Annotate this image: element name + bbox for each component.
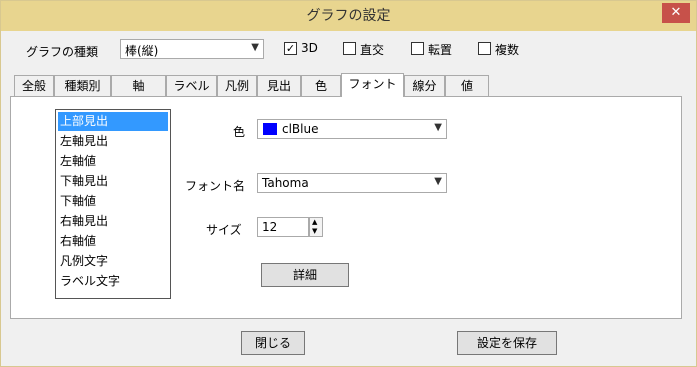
- color-swatch: [263, 123, 277, 135]
- checkbox-orthogonal-box: [343, 42, 356, 55]
- tab-font[interactable]: フォント: [341, 73, 404, 97]
- detail-button[interactable]: 詳細: [261, 263, 349, 287]
- chart-type-select[interactable]: 棒(縦) ▼: [120, 39, 264, 59]
- size-spin-buttons[interactable]: ▲ ▼: [309, 217, 323, 237]
- checkbox-transpose-label: 転置: [428, 43, 453, 57]
- list-item[interactable]: 凡例文字: [58, 252, 168, 271]
- tab-legend[interactable]: 凡例: [217, 75, 257, 96]
- list-item[interactable]: ラベル文字: [58, 272, 168, 291]
- font-tab-panel: 上部見出 左軸見出 左軸値 下軸見出 下軸値 右軸見出 右軸値 凡例文字 ラベル…: [10, 96, 682, 319]
- checkbox-orthogonal-label: 直交: [360, 43, 385, 57]
- tab-axis[interactable]: 軸: [111, 75, 166, 96]
- font-target-list[interactable]: 上部見出 左軸見出 左軸値 下軸見出 下軸値 右軸見出 右軸値 凡例文字 ラベル…: [55, 109, 171, 299]
- size-value: 12: [262, 220, 278, 234]
- color-label: 色: [233, 125, 246, 139]
- list-item[interactable]: 右軸値: [58, 232, 168, 251]
- chevron-down-icon: ▼: [251, 42, 259, 53]
- checkbox-transpose-box: [411, 42, 424, 55]
- font-name-select[interactable]: Tahoma ▼: [257, 173, 447, 193]
- checkbox-multiple-label: 複数: [495, 43, 520, 57]
- chart-type-label: グラフの種類: [26, 45, 99, 59]
- checkbox-3d-label: 3D: [301, 41, 318, 55]
- chevron-down-icon: ▼: [434, 176, 442, 187]
- spin-down-icon[interactable]: ▼: [312, 227, 317, 236]
- size-spinbox[interactable]: 12: [257, 217, 309, 237]
- settings-dialog: グラフの設定 ✕ グラフの種類 棒(縦) ▼ ✓ 3D 直交 転置 複数 全般 …: [0, 0, 697, 367]
- tab-value[interactable]: 値: [445, 75, 489, 96]
- tab-line[interactable]: 線分: [404, 75, 445, 96]
- close-button[interactable]: 閉じる: [241, 331, 305, 355]
- list-item[interactable]: 右軸見出: [58, 212, 168, 231]
- tab-bar: 全般 種類別 軸 ラベル 凡例 見出 色 フォント 線分 値: [8, 73, 689, 97]
- color-select[interactable]: clBlue ▼: [257, 119, 447, 139]
- tab-label[interactable]: ラベル: [166, 75, 217, 96]
- size-label: サイズ: [206, 223, 242, 237]
- list-item[interactable]: 下軸見出: [58, 172, 168, 191]
- chevron-down-icon: ▼: [434, 122, 442, 133]
- tab-type[interactable]: 種類別: [54, 75, 111, 96]
- save-settings-button[interactable]: 設定を保存: [457, 331, 557, 355]
- font-name-label: フォント名: [185, 179, 246, 193]
- list-item[interactable]: 上部見出: [58, 112, 168, 131]
- title-bar[interactable]: グラフの設定 ✕: [1, 1, 696, 31]
- tab-color[interactable]: 色: [301, 75, 341, 96]
- checkbox-3d-box: ✓: [284, 42, 297, 55]
- color-value: clBlue: [282, 122, 319, 136]
- checkbox-multiple-box: [478, 42, 491, 55]
- chart-type-value: 棒(縦): [125, 44, 159, 58]
- list-item[interactable]: 左軸値: [58, 152, 168, 171]
- spin-up-icon[interactable]: ▲: [312, 218, 317, 227]
- tab-heading[interactable]: 見出: [257, 75, 301, 96]
- font-name-value: Tahoma: [262, 176, 309, 190]
- list-item[interactable]: 下軸値: [58, 192, 168, 211]
- tab-general[interactable]: 全般: [14, 75, 54, 96]
- close-icon[interactable]: ✕: [662, 3, 690, 23]
- window-title: グラフの設定: [306, 8, 391, 24]
- list-item[interactable]: 左軸見出: [58, 132, 168, 151]
